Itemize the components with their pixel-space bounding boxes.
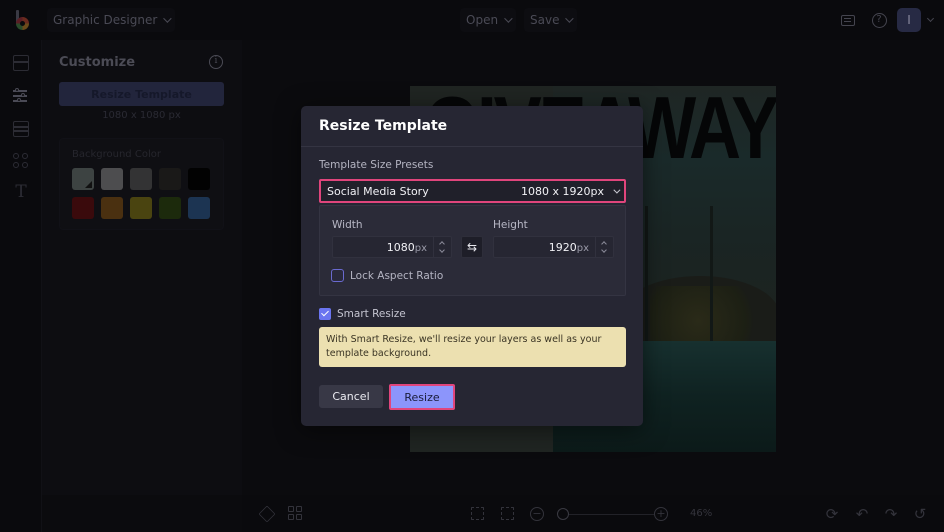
height-value: 1920 — [548, 241, 577, 254]
palm-tree — [645, 206, 648, 356]
template-size-text: 1080 x 1080 px — [102, 110, 181, 121]
layers-icon[interactable] — [258, 505, 276, 523]
chevron-down-icon — [163, 14, 172, 23]
panel-title: Customize — [59, 55, 136, 70]
width-label: Width — [332, 219, 363, 231]
preset-select[interactable]: Social Media Story 1080 x 1920px — [319, 179, 626, 203]
background-color-card: Background Color — [59, 138, 224, 230]
palm-tree — [710, 206, 713, 346]
text-icon[interactable]: T — [13, 184, 29, 201]
info-icon[interactable]: i — [209, 55, 223, 69]
zoom-slider-track[interactable] — [564, 514, 654, 515]
app-switcher-button[interactable]: Graphic Designer — [47, 8, 176, 32]
width-value: 1080 — [386, 241, 415, 254]
color-swatch[interactable] — [101, 197, 123, 219]
feedback-button[interactable] — [838, 10, 858, 30]
zoom-level[interactable]: 46% — [690, 508, 712, 519]
cancel-button[interactable]: Cancel — [319, 385, 383, 408]
height-unit: px — [576, 243, 589, 254]
color-swatch[interactable] — [159, 168, 181, 190]
top-bar: Graphic Designer Open Save ? I — [0, 0, 944, 40]
height-label: Height — [493, 219, 528, 231]
background-icon[interactable] — [13, 121, 29, 137]
fit-to-screen-icon[interactable] — [471, 507, 484, 520]
zoom-out-icon[interactable]: − — [530, 507, 544, 521]
color-swatch[interactable] — [188, 168, 210, 190]
width-unit: px — [414, 243, 427, 254]
presets-label: Template Size Presets — [319, 159, 434, 171]
help-button[interactable]: ? — [869, 10, 889, 30]
customize-panel: Customize i Resize Template 1080 x 1080 … — [42, 40, 242, 495]
chevron-down-icon — [565, 14, 575, 23]
color-swatch[interactable] — [188, 197, 210, 219]
chevron-up-icon — [439, 241, 445, 247]
zoom-slider-thumb[interactable] — [557, 508, 569, 520]
color-swatch[interactable] — [130, 168, 152, 190]
user-avatar[interactable]: I — [897, 8, 921, 32]
smart-resize-label: Smart Resize — [337, 308, 406, 320]
color-swatch[interactable] — [101, 168, 123, 190]
lock-aspect-ratio-checkbox[interactable] — [331, 269, 344, 282]
resize-template-button[interactable]: Resize Template — [59, 82, 224, 106]
preset-name: Social Media Story — [327, 184, 429, 198]
undo-icon[interactable]: ↶ — [854, 506, 870, 522]
chevron-down-icon — [613, 186, 621, 194]
width-stepper[interactable] — [433, 237, 451, 257]
redo-icon[interactable]: ↷ — [883, 506, 899, 522]
dialog-title: Resize Template — [319, 118, 448, 134]
chevron-down-icon — [504, 14, 513, 23]
color-swatch[interactable] — [72, 197, 94, 219]
height-input[interactable]: 1920px — [493, 236, 614, 258]
app-window: Graphic Designer Open Save ? I T Customi… — [0, 0, 944, 532]
color-swatch[interactable] — [72, 168, 94, 190]
lock-aspect-ratio-row[interactable]: Lock Aspect Ratio — [331, 269, 443, 282]
width-input[interactable]: 1080px — [332, 236, 452, 258]
height-stepper[interactable] — [595, 237, 613, 257]
preset-dims: 1080 x 1920px — [521, 184, 604, 198]
message-icon — [841, 14, 855, 26]
save-menu-button[interactable]: Save — [524, 8, 578, 32]
background-color-label: Background Color — [72, 149, 161, 160]
chevron-down-icon — [601, 247, 607, 253]
sliders-icon[interactable] — [13, 88, 29, 104]
lock-aspect-ratio-label: Lock Aspect Ratio — [350, 269, 444, 282]
history-icon[interactable]: ↺ — [912, 506, 928, 522]
swap-icon: ⇆ — [466, 240, 478, 254]
dialog-header: Resize Template — [301, 106, 643, 147]
dimensions-box: Width 1080px ⇆ Height 1920px Lock Aspect… — [319, 205, 626, 296]
brand-logo-icon[interactable] — [14, 10, 32, 30]
shrink-icon[interactable] — [501, 507, 514, 520]
resize-button[interactable]: Resize — [389, 384, 455, 410]
graphics-icon[interactable] — [13, 153, 29, 169]
chevron-up-icon — [601, 241, 607, 247]
app-name: Graphic Designer — [53, 13, 158, 27]
zoom-in-icon[interactable]: + — [654, 507, 668, 521]
resize-template-label: Resize Template — [91, 87, 192, 101]
swap-dimensions-button[interactable]: ⇆ — [461, 236, 483, 258]
save-label: Save — [530, 13, 560, 27]
layout-icon[interactable] — [13, 55, 29, 71]
resize-template-dialog: Resize Template Template Size Presets So… — [301, 106, 643, 426]
open-label: Open — [466, 13, 499, 27]
smart-resize-checkbox[interactable] — [319, 308, 331, 320]
sync-icon[interactable]: ⟳ — [824, 506, 840, 522]
chevron-down-icon[interactable] — [926, 14, 935, 23]
custom-color-icon — [85, 181, 92, 188]
smart-resize-note: With Smart Resize, we'll resize your lay… — [319, 327, 626, 367]
open-menu-button[interactable]: Open — [460, 8, 517, 32]
color-swatch[interactable] — [130, 197, 152, 219]
color-swatch[interactable] — [159, 197, 181, 219]
help-icon: ? — [871, 12, 887, 28]
bottom-toolbar: − + 46% ⟳ ↶ ↷ ↺ — [242, 495, 944, 532]
grid-view-icon[interactable] — [288, 506, 304, 522]
chevron-down-icon — [439, 247, 445, 253]
tool-rail: T — [0, 40, 42, 532]
smart-resize-row[interactable]: Smart Resize — [319, 308, 406, 320]
